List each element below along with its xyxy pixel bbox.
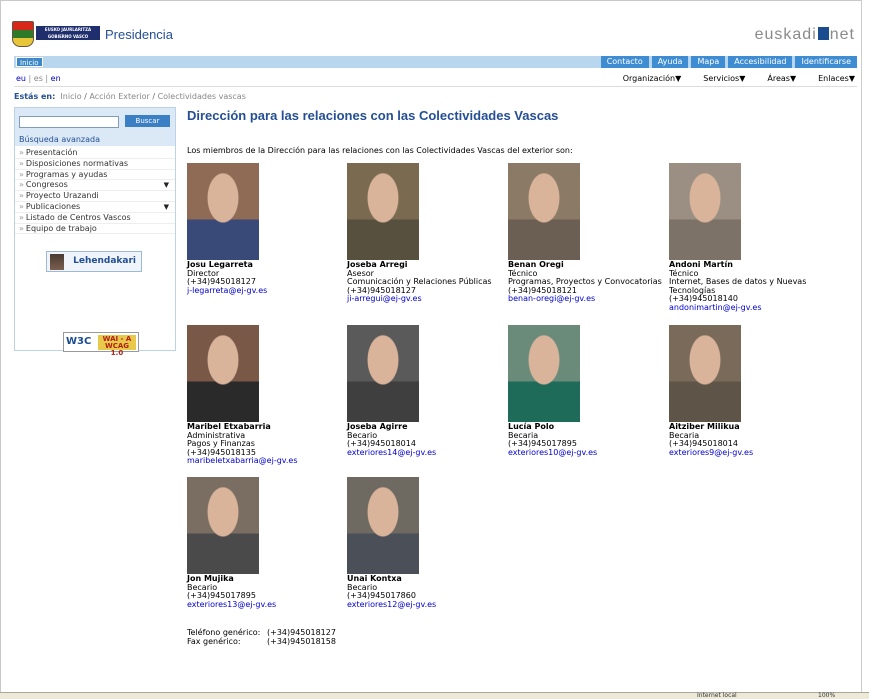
- sidebar-item-disposiciones[interactable]: » Disposiciones normativas: [15, 159, 175, 170]
- lehendakari-photo-icon: [50, 254, 64, 270]
- member-email[interactable]: exteriores12@ej-gv.es: [347, 600, 436, 609]
- lang-en[interactable]: en: [51, 74, 61, 83]
- sidebar-item-centros[interactable]: » Listado de Centros Vascos: [15, 213, 175, 224]
- dropdown-menus: Organización▼ Servicios▼ Áreas▼ Enlaces▼: [623, 74, 855, 83]
- member-photo: [347, 325, 419, 422]
- member-email[interactable]: exteriores13@ej-gv.es: [187, 600, 276, 609]
- member-card: Andoni Martín Técnico Internet, Bases de d…: [669, 163, 829, 312]
- page-title: Dirección para las relaciones con las Co…: [187, 108, 559, 123]
- member-card: Unai Kontxa Becario (+34)945017860 exterior…: [347, 477, 507, 609]
- search-box: Buscar Búsqueda avanzada: [15, 108, 175, 146]
- member-card: Josu Legarreta Director (+34)945018127 j-le…: [187, 163, 347, 295]
- intro-text: Los miembros de la Dirección para las re…: [187, 146, 573, 155]
- member-email[interactable]: maribeletxabarria@ej-gv.es: [187, 456, 298, 465]
- member-email[interactable]: exteriores14@ej-gv.es: [347, 448, 436, 457]
- status-bar: Internet local 100%: [0, 692, 869, 699]
- breadcrumb: Estás en: Inicio / Acción Exterior / Col…: [14, 92, 246, 101]
- lang-eu[interactable]: eu: [16, 74, 26, 83]
- member-photo: [669, 163, 741, 260]
- sidebar-item-equipo[interactable]: » Equipo de trabajo: [15, 224, 175, 235]
- breadcrumb-inicio[interactable]: Inicio: [60, 92, 81, 101]
- zoom-level[interactable]: 100%: [818, 692, 835, 699]
- menu-enlaces[interactable]: Enlaces▼: [818, 74, 855, 83]
- member-photo: [347, 477, 419, 574]
- member-photo: [508, 163, 580, 260]
- sidebar-item-programas[interactable]: » Programas y ayudas: [15, 170, 175, 181]
- divider: [14, 86, 857, 87]
- member-photo: [669, 325, 741, 422]
- member-card: Lucía Polo Becaria (+34)945017895 exteriore…: [508, 325, 668, 457]
- coat-of-arms-icon: [12, 21, 34, 47]
- logo-text: EUSKO JAURLARITZA GOBIERNO VASCO: [36, 26, 100, 40]
- tab-mapa[interactable]: Mapa: [691, 56, 726, 68]
- member-email[interactable]: benan-oregi@ej-gv.es: [508, 294, 595, 303]
- generic-contact: Teléfono genérico: (+34)945018127 Fax gen…: [187, 628, 336, 646]
- brand-square-icon: [817, 27, 829, 40]
- top-tabs: Contacto Ayuda Mapa Accesibilidad Identi…: [600, 56, 857, 68]
- member-photo: [508, 325, 580, 422]
- member-card: Maribel Etxabarria Administrativa Pagos y …: [187, 325, 347, 466]
- member-card: Jon Mujika Becario (+34)945017895 exteriore…: [187, 477, 347, 609]
- sidebar-item-publicaciones[interactable]: » Publicaciones ▼: [15, 202, 175, 213]
- chevron-down-icon: ▼: [163, 181, 169, 190]
- sidebar: Buscar Búsqueda avanzada » Presentación »…: [14, 107, 176, 357]
- w3c-logo: W3C: [66, 336, 92, 347]
- member-card: Joseba Agirre Becario (+34)945018014 exteri…: [347, 325, 507, 457]
- member-email[interactable]: andonimartin@ej-gv.es: [669, 303, 762, 312]
- tab-accesibilidad[interactable]: Accesibilidad: [728, 56, 793, 68]
- inicio-button[interactable]: Inicio: [16, 57, 43, 67]
- tab-identificarse[interactable]: Identificarse: [795, 56, 857, 68]
- menu-organizacion[interactable]: Organización▼: [623, 74, 682, 83]
- menu-areas[interactable]: Áreas▼: [767, 74, 796, 83]
- sidebar-nav: » Presentación » Disposiciones normativas …: [15, 148, 175, 235]
- search-input[interactable]: [19, 116, 119, 128]
- search-button[interactable]: Buscar: [125, 115, 170, 127]
- euskadi-net-logo[interactable]: euskadi net: [755, 26, 855, 44]
- member-email[interactable]: exteriores9@ej-gv.es: [669, 448, 753, 457]
- breadcrumb-label: Estás en:: [14, 92, 56, 101]
- member-email[interactable]: ji-arregui@ej-gv.es: [347, 294, 422, 303]
- vertical-scrollbar[interactable]: [861, 0, 869, 692]
- language-switcher: eu | es | en: [16, 74, 61, 83]
- breadcrumb-accion-exterior[interactable]: Acción Exterior: [89, 92, 149, 101]
- wai-compliance-badge[interactable]: W3C WAI - A WCAG 1.0: [63, 332, 139, 357]
- sidebar-item-congresos[interactable]: » Congresos ▼: [15, 180, 175, 192]
- sidebar-item-presentacion[interactable]: » Presentación: [15, 148, 175, 159]
- member-photo: [187, 163, 259, 260]
- lehendakari-button[interactable]: Lehendakari: [46, 251, 142, 272]
- sidebar-item-urazandi[interactable]: » Proyecto Urazandi: [15, 191, 175, 202]
- menu-servicios[interactable]: Servicios▼: [703, 74, 745, 83]
- breadcrumb-colectividades[interactable]: Colectividades vascas: [158, 92, 246, 101]
- member-photo: [347, 163, 419, 260]
- chevron-down-icon: ▼: [163, 202, 169, 211]
- advanced-search-link[interactable]: Búsqueda avanzada: [19, 135, 100, 144]
- member-photo: [187, 325, 259, 422]
- security-zone: Internet local: [697, 692, 737, 699]
- member-card: Joseba Arregi Asesor Comunicación y Relaci…: [347, 163, 507, 304]
- member-area: Internet, Bases de datos y Nuevas Tecnol…: [669, 277, 807, 295]
- member-photo: [187, 477, 259, 574]
- government-logo[interactable]: EUSKO JAURLARITZA GOBIERNO VASCO: [12, 21, 102, 47]
- member-email[interactable]: j-legarreta@ej-gv.es: [187, 286, 267, 295]
- lang-es: es: [33, 74, 43, 83]
- tab-ayuda[interactable]: Ayuda: [651, 56, 689, 68]
- wcag-badge: WAI - A WCAG 1.0: [98, 335, 136, 357]
- member-card: Benan Oregi Técnico Programas, Proyectos y…: [508, 163, 668, 304]
- member-card: Aitziber Milikua Becaria (+34)945018014 ext…: [669, 325, 829, 457]
- member-email[interactable]: exteriores10@ej-gv.es: [508, 448, 597, 457]
- tab-contacto[interactable]: Contacto: [600, 56, 649, 68]
- site-title[interactable]: Presidencia: [105, 27, 173, 42]
